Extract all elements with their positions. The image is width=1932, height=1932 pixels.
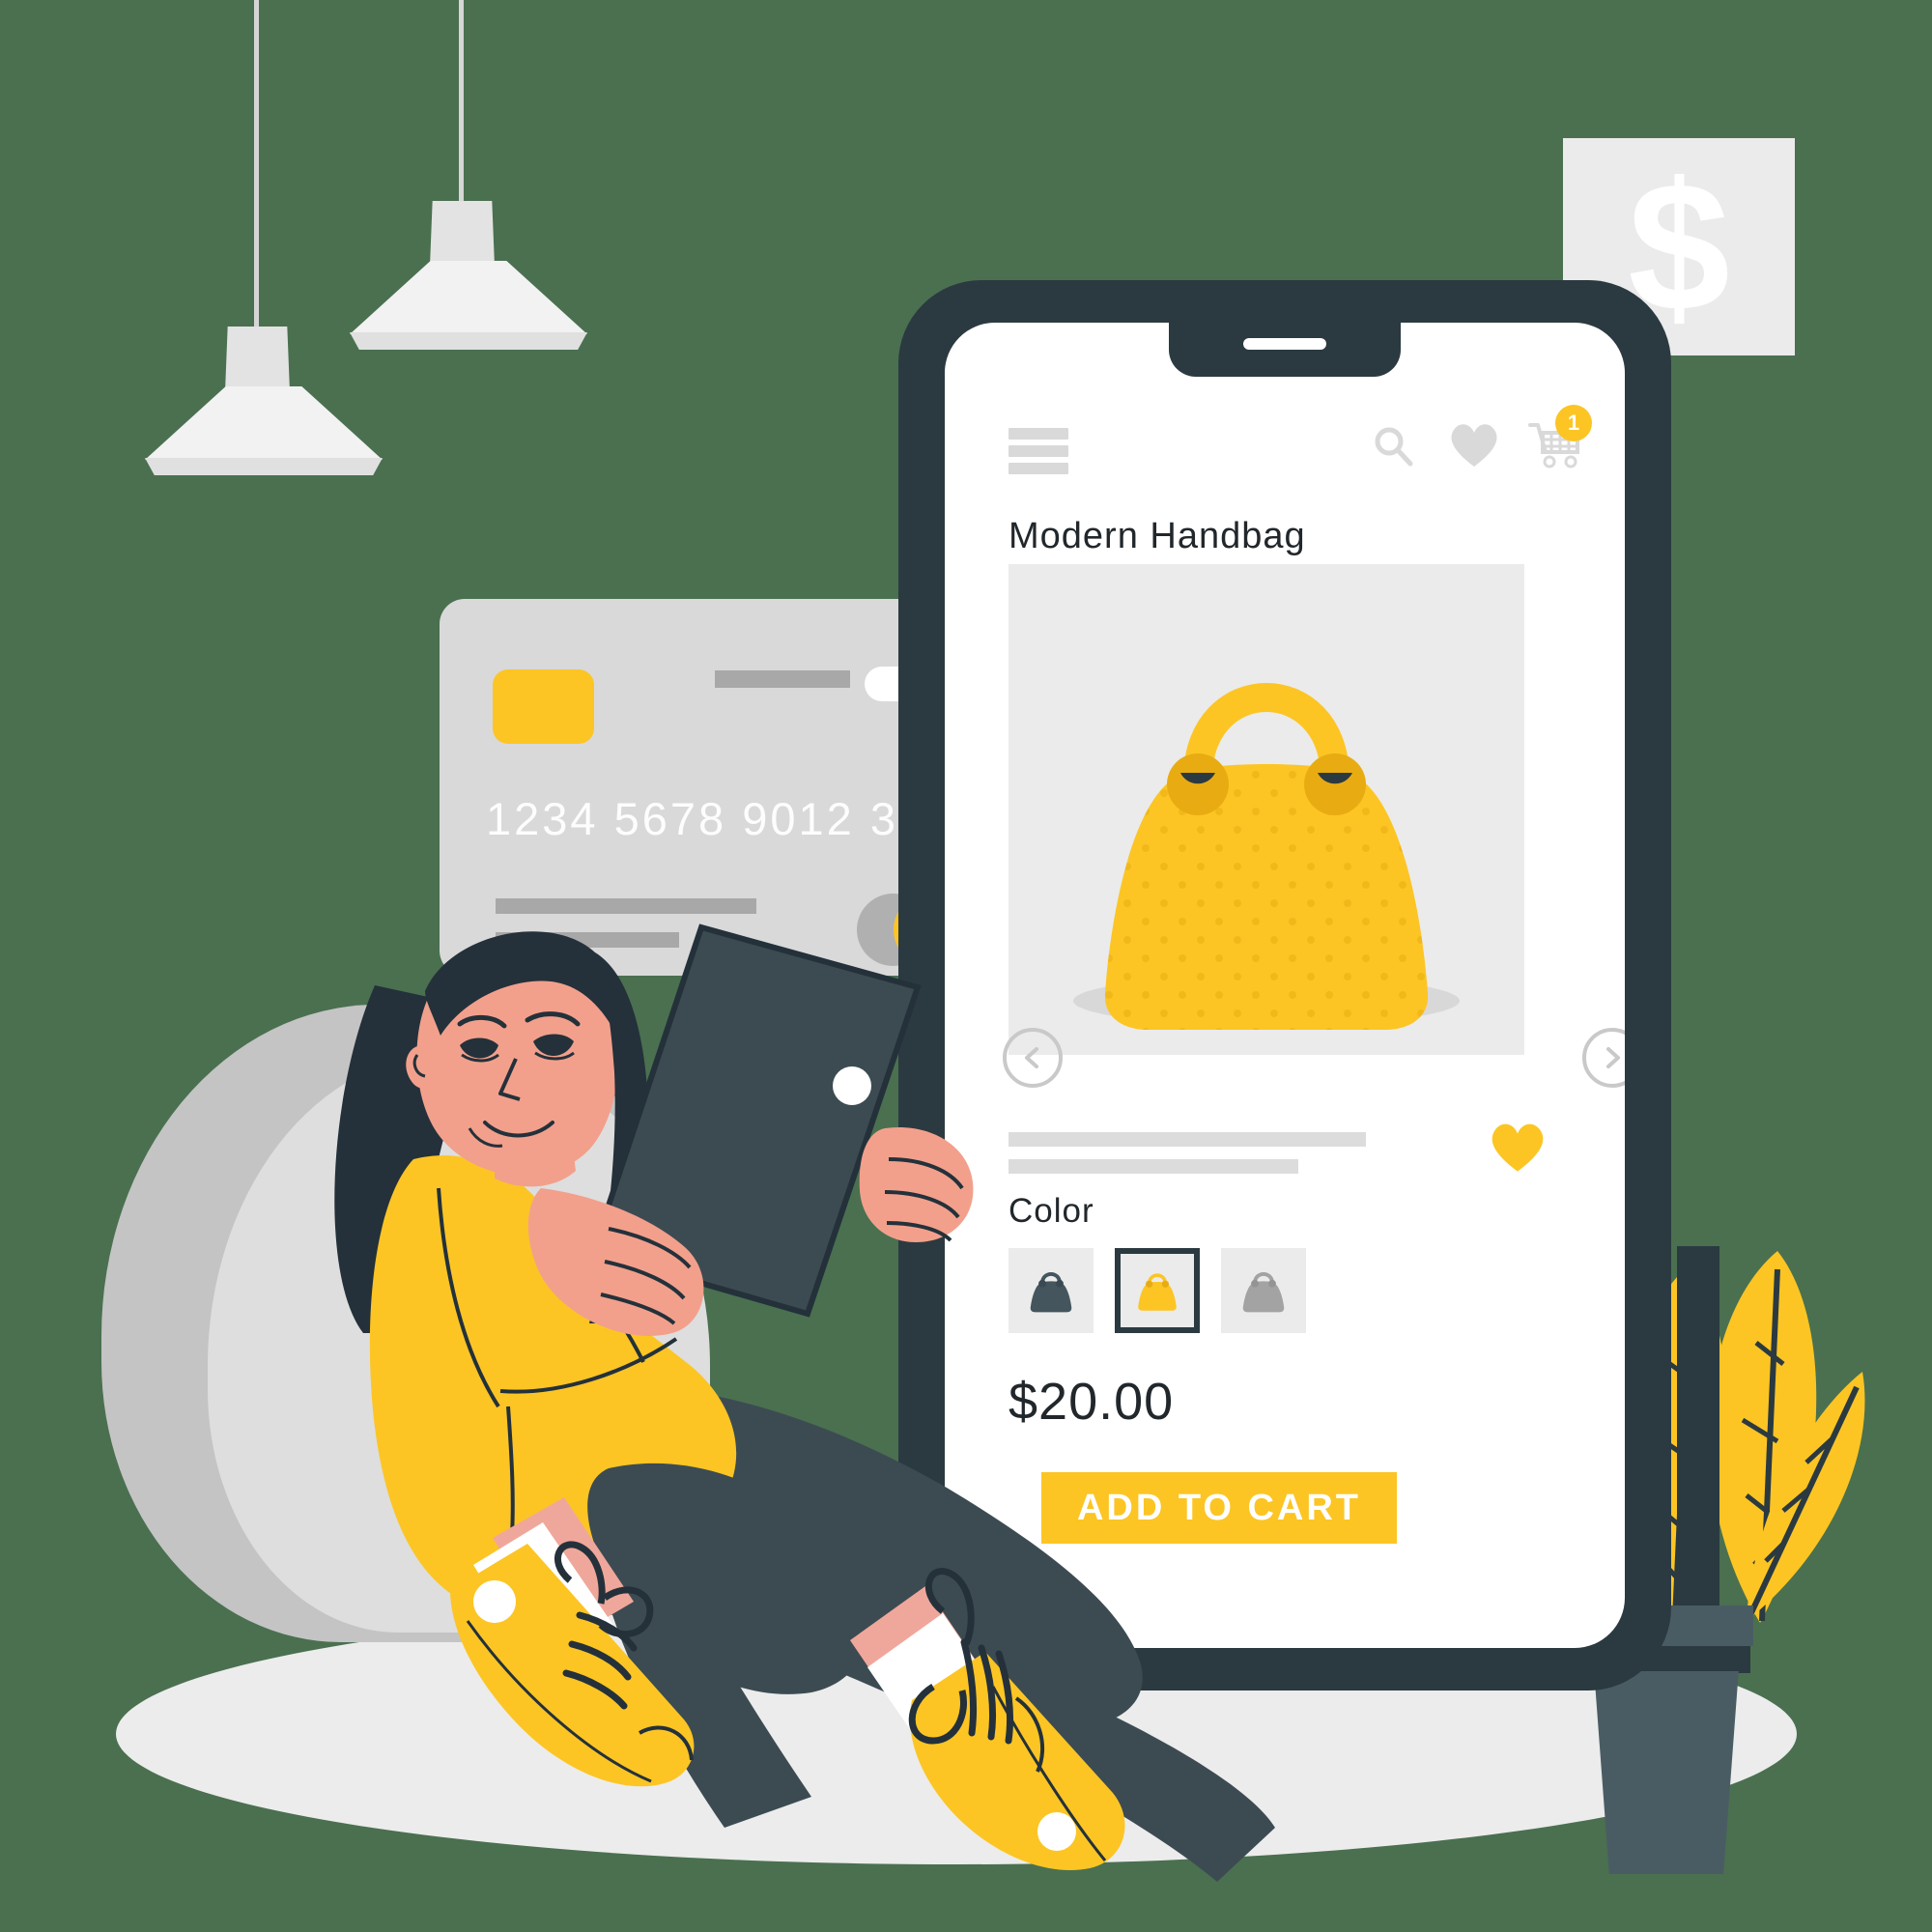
shopping-cart-icon[interactable]: 1 <box>1528 405 1592 472</box>
pendant-lamp-right <box>350 0 611 350</box>
favorite-heart-icon[interactable] <box>1488 1121 1548 1175</box>
hamburger-menu-icon[interactable] <box>1009 428 1068 474</box>
card-chip-icon <box>493 669 594 744</box>
lamp-shade <box>350 261 587 334</box>
page-title: Modern Handbag <box>1009 516 1306 556</box>
sneaker-left <box>450 1497 695 1787</box>
lamp-cord <box>459 0 464 208</box>
phone-speaker <box>1243 338 1326 350</box>
sneaker-right <box>850 1568 1125 1871</box>
lamp-cord <box>254 0 259 333</box>
lamp-cap <box>225 327 290 392</box>
lamp-lip <box>145 458 383 475</box>
heart-icon[interactable] <box>1447 418 1501 472</box>
chevron-right-icon <box>1606 1047 1620 1068</box>
app-header: 1 <box>945 405 1625 492</box>
plant-pot-body <box>1594 1671 1739 1874</box>
cart-count-badge: 1 <box>1555 405 1592 441</box>
phone-notch <box>1169 323 1401 377</box>
illustration-canvas: $ 1234 5678 9012 345 1 Modern Handbag Co… <box>0 0 1932 1932</box>
carousel-next-button[interactable] <box>1582 1028 1625 1088</box>
lamp-cap <box>430 201 495 267</box>
lamp-lip <box>350 332 587 350</box>
search-icon[interactable] <box>1366 418 1420 472</box>
lamp-shade <box>145 386 383 460</box>
card-stripe-gray <box>715 670 850 688</box>
